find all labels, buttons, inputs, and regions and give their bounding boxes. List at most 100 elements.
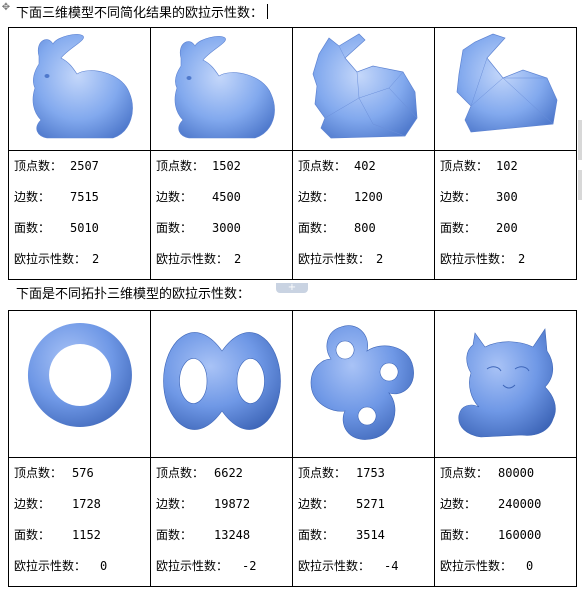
- faces-value: 160000: [498, 528, 542, 542]
- faces-label: 面数：: [156, 528, 193, 542]
- vertices-label: 顶点数：: [156, 466, 205, 480]
- vertices-label: 顶点数：: [14, 159, 63, 173]
- scrollbar-track-mark: [578, 170, 582, 200]
- euler-value: 0: [100, 559, 108, 573]
- euler-label: 欧拉示性数：: [156, 252, 229, 266]
- scrollbar-thumb[interactable]: [578, 120, 582, 160]
- euler-value: -4: [384, 559, 399, 573]
- double-torus-icon: [162, 332, 281, 430]
- euler-row: 欧拉示性数： 2: [440, 248, 576, 279]
- model-stats-cell: 顶点数： 6622 边数： 19872 面数： 13248 欧拉示性数： -2: [150, 457, 293, 587]
- vertices-row: 顶点数： 402: [298, 155, 434, 186]
- faces-label: 面数：: [440, 528, 477, 542]
- faces-value: 800: [354, 221, 376, 235]
- model-image-cell: [434, 27, 577, 151]
- model-image-cell: [150, 27, 293, 151]
- vertices-label: 顶点数：: [156, 159, 205, 173]
- vertices-row: 顶点数： 102: [440, 155, 576, 186]
- heading-simplification: 下面三维模型不同简化结果的欧拉示性数：: [16, 4, 269, 22]
- edges-value: 240000: [498, 497, 542, 511]
- euler-row: 欧拉示性数： -4: [298, 555, 434, 586]
- faces-row: 面数： 160000: [440, 524, 576, 555]
- faces-value: 200: [496, 221, 518, 235]
- faces-label: 面数：: [440, 221, 477, 235]
- euler-row: 欧拉示性数： 0: [14, 555, 150, 586]
- model-image-cell: [292, 310, 435, 458]
- edges-label: 边数：: [156, 190, 193, 204]
- bunny-icon: [312, 33, 417, 139]
- vertices-row: 顶点数： 1502: [156, 155, 292, 186]
- torus-icon: [27, 323, 132, 427]
- faces-value: 1152: [72, 528, 101, 542]
- vertices-row: 顶点数： 6622: [156, 462, 292, 493]
- faces-label: 面数：: [14, 528, 51, 542]
- euler-value: 2: [518, 252, 526, 266]
- edges-label: 边数：: [156, 497, 193, 511]
- edges-value: 5271: [356, 497, 385, 511]
- triple-torus-icon: [310, 325, 414, 440]
- vertices-value: 402: [354, 159, 376, 173]
- edges-value: 1200: [354, 190, 383, 204]
- faces-value: 3514: [356, 528, 385, 542]
- euler-value: 0: [526, 559, 534, 573]
- edges-value: 7515: [70, 190, 99, 204]
- edges-label: 边数：: [14, 497, 51, 511]
- vertices-label: 顶点数：: [14, 466, 63, 480]
- faces-row: 面数： 200: [440, 217, 576, 248]
- faces-row: 面数： 5010: [14, 217, 150, 248]
- euler-row: 欧拉示性数： 2: [298, 248, 434, 279]
- vertices-value: 576: [72, 466, 94, 480]
- model-stats-cell: 顶点数： 102 边数： 300 面数： 200 欧拉示性数： 2: [434, 150, 577, 280]
- faces-row: 面数： 13248: [156, 524, 292, 555]
- vertices-label: 顶点数：: [440, 466, 489, 480]
- vertices-value: 1753: [356, 466, 385, 480]
- euler-row: 欧拉示性数： 0: [440, 555, 576, 586]
- euler-row: 欧拉示性数： 2: [156, 248, 292, 279]
- model-image-cell: [434, 310, 577, 458]
- heading-topology: 下面是不同拓扑三维模型的欧拉示性数：: [16, 287, 251, 302]
- bunny-icon: [32, 34, 133, 139]
- model-stats-cell: 顶点数： 576 边数： 1728 面数： 1152 欧拉示性数： 0: [8, 457, 151, 587]
- edges-label: 边数：: [298, 497, 335, 511]
- euler-row: 欧拉示性数： 2: [14, 248, 150, 279]
- edges-row: 边数： 300: [440, 186, 576, 217]
- model-stats-cell: 顶点数： 1502 边数： 4500 面数： 3000 欧拉示性数： 2: [150, 150, 293, 280]
- euler-label: 欧拉示性数：: [298, 559, 371, 573]
- edges-value: 19872: [214, 497, 251, 511]
- move-handle-icon[interactable]: ✥: [0, 2, 12, 14]
- model-stats-cell: 顶点数： 80000 边数： 240000 面数： 160000 欧拉示性数： 0: [434, 457, 577, 587]
- vertices-row: 顶点数： 80000: [440, 462, 576, 493]
- edges-row: 边数： 4500: [156, 186, 292, 217]
- bunny-icon: [456, 33, 557, 133]
- bunny-icon: [174, 36, 275, 139]
- faces-label: 面数：: [14, 221, 51, 235]
- edges-row: 边数： 1200: [298, 186, 434, 217]
- edges-row: 边数： 7515: [14, 186, 150, 217]
- vertices-value: 102: [496, 159, 518, 173]
- vertices-row: 顶点数： 2507: [14, 155, 150, 186]
- vertices-value: 80000: [498, 466, 535, 480]
- vertices-label: 顶点数：: [298, 466, 347, 480]
- faces-row: 面数： 800: [298, 217, 434, 248]
- faces-label: 面数：: [298, 221, 335, 235]
- model-image-cell: [150, 310, 293, 458]
- euler-row: 欧拉示性数： -2: [156, 555, 292, 586]
- vertices-label: 顶点数：: [298, 159, 347, 173]
- euler-label: 欧拉示性数：: [14, 252, 87, 266]
- vertices-value: 6622: [214, 466, 243, 480]
- text-cursor: [267, 4, 269, 19]
- vertices-row: 顶点数： 576: [14, 462, 150, 493]
- edges-value: 4500: [212, 190, 241, 204]
- faces-value: 13248: [214, 528, 251, 542]
- faces-row: 面数： 3000: [156, 217, 292, 248]
- model-image-cell: [8, 310, 151, 458]
- model-image-cell: [8, 27, 151, 151]
- vertices-row: 顶点数： 1753: [298, 462, 434, 493]
- model-image-cell: [292, 27, 435, 151]
- euler-value: -2: [242, 559, 257, 573]
- vertices-value: 1502: [212, 159, 241, 173]
- edges-row: 边数： 5271: [298, 493, 434, 524]
- edges-row: 边数： 240000: [440, 493, 576, 524]
- model-stats-cell: 顶点数： 1753 边数： 5271 面数： 3514 欧拉示性数： -4: [292, 457, 435, 587]
- table-insert-handle[interactable]: +: [276, 283, 308, 293]
